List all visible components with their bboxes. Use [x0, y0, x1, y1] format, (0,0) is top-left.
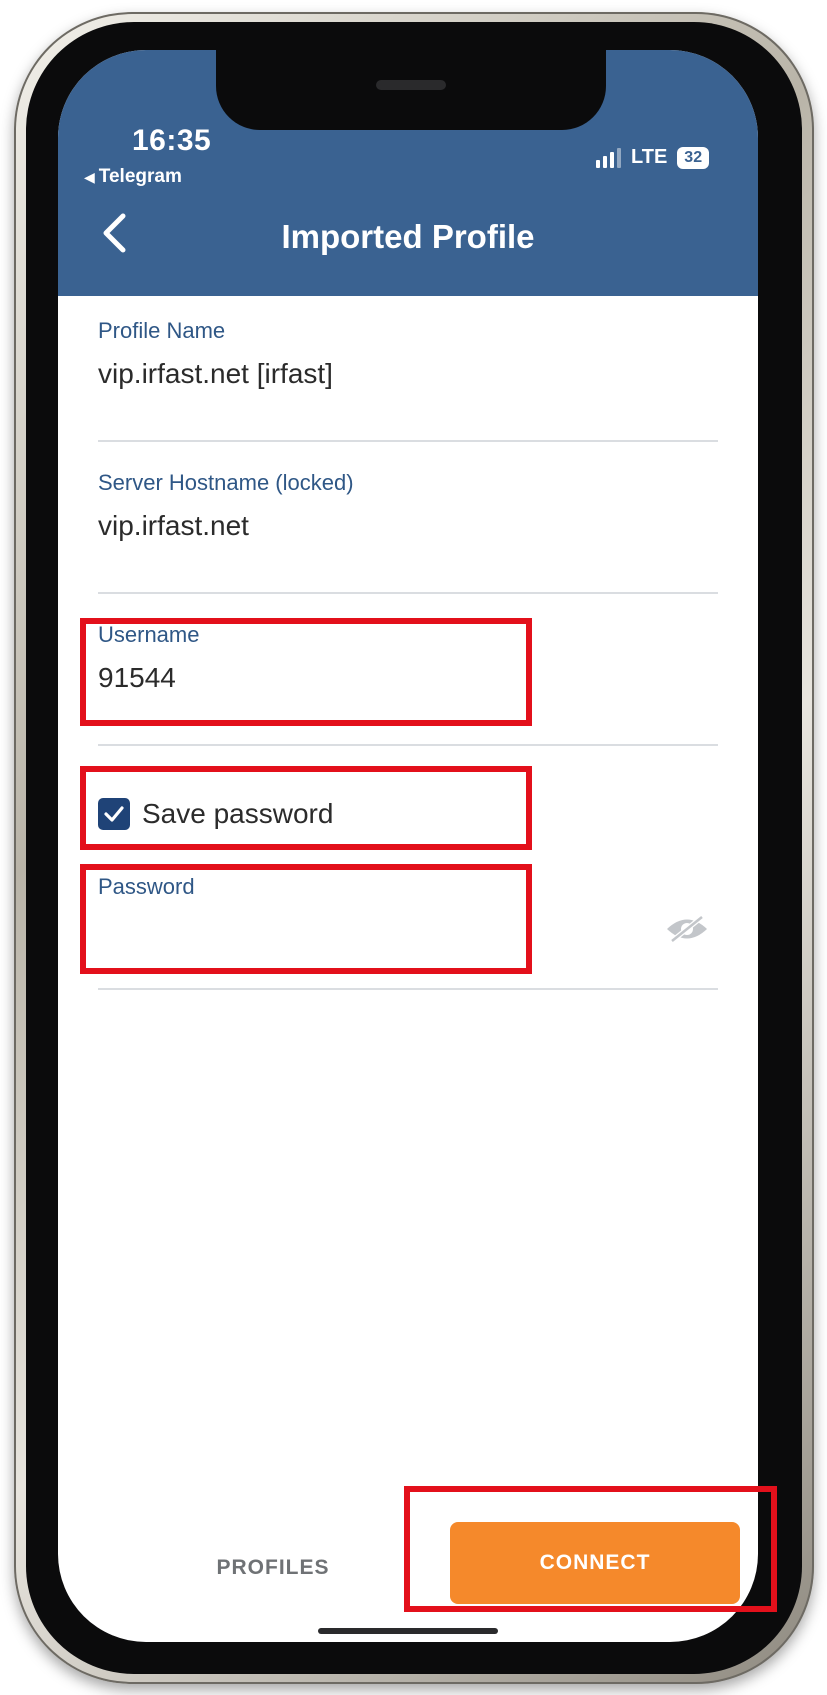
status-indicators: LTE 32 — [596, 146, 710, 169]
notch — [216, 50, 606, 130]
back-triangle-icon: ◀ — [84, 169, 95, 185]
app-header: 16:35 ◀ Telegram LTE 32 Imported Profile — [58, 50, 758, 296]
server-hostname-value: vip.irfast.net — [98, 510, 249, 541]
highlight-username — [80, 618, 532, 726]
page-title: Imported Profile — [281, 218, 535, 255]
highlight-save-password — [80, 766, 532, 850]
server-hostname-label: Server Hostname (locked) — [98, 470, 354, 495]
highlight-connect — [404, 1486, 777, 1612]
battery-icon: 32 — [677, 146, 710, 169]
network-type: LTE — [631, 146, 668, 168]
chevron-left-icon — [103, 213, 126, 253]
home-indicator[interactable] — [318, 1628, 498, 1634]
highlight-password — [80, 864, 532, 974]
profiles-button[interactable]: PROFILES — [178, 1538, 368, 1598]
back-to-app-link[interactable]: ◀ Telegram — [84, 166, 182, 188]
status-time: 16:35 — [132, 124, 212, 157]
profile-name-label: Profile Name — [98, 318, 226, 343]
eye-slash-icon — [667, 915, 707, 943]
back-app-label: Telegram — [98, 166, 182, 187]
server-hostname-field: Server Hostname (locked) vip.irfast.net — [98, 470, 718, 594]
signal-icon — [596, 147, 621, 168]
speaker-grille — [376, 80, 446, 90]
profile-name-value: vip.irfast.net [irfast] — [98, 358, 333, 389]
toggle-visibility-button[interactable] — [664, 914, 710, 944]
profile-name-field[interactable]: Profile Name vip.irfast.net [irfast] — [98, 318, 718, 442]
back-button[interactable] — [94, 208, 134, 258]
